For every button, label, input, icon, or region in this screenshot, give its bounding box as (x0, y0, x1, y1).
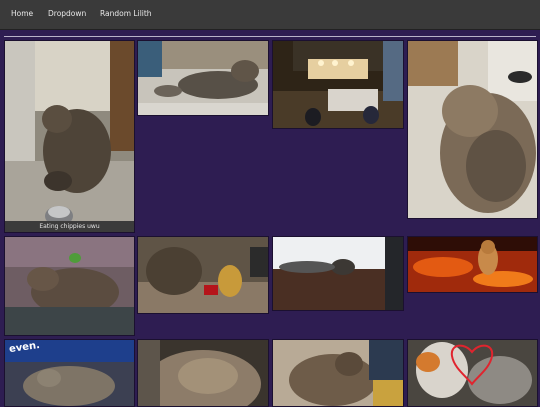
cat-photo (138, 237, 268, 313)
cat-photo (138, 41, 268, 115)
gallery-photo[interactable] (272, 339, 404, 407)
gallery-photo[interactable] (137, 236, 269, 314)
nav-random-lilith-link[interactable]: Random Lilith (100, 9, 152, 18)
gallery-photo[interactable] (4, 236, 135, 336)
gallery-photo[interactable] (272, 40, 404, 129)
nav-home-link[interactable]: Home (11, 9, 33, 18)
cat-photo (408, 340, 537, 406)
gallery-photo[interactable] (137, 40, 269, 116)
gallery-photo[interactable]: even. (4, 339, 135, 407)
gallery-photo[interactable] (407, 339, 538, 407)
cat-photo (408, 41, 537, 218)
gallery-photo[interactable] (407, 236, 538, 293)
gallery-photo[interactable] (407, 40, 538, 219)
gallery-photo[interactable]: Eating chippies uwu (4, 40, 135, 233)
cat-photo (138, 340, 268, 406)
navbar: Home Dropdown Random Lilith (0, 0, 540, 30)
gallery-photo[interactable] (272, 236, 404, 311)
cat-photo (5, 41, 134, 232)
gallery-photo[interactable] (137, 339, 269, 407)
photo-caption: Eating chippies uwu (5, 221, 134, 232)
divider (4, 36, 536, 37)
cat-photo (273, 237, 403, 310)
cat-photo (408, 237, 537, 292)
cat-photo (5, 237, 134, 335)
nav-dropdown-link[interactable]: Dropdown (48, 9, 86, 18)
cat-photo (273, 41, 403, 128)
cat-photo (273, 340, 403, 406)
